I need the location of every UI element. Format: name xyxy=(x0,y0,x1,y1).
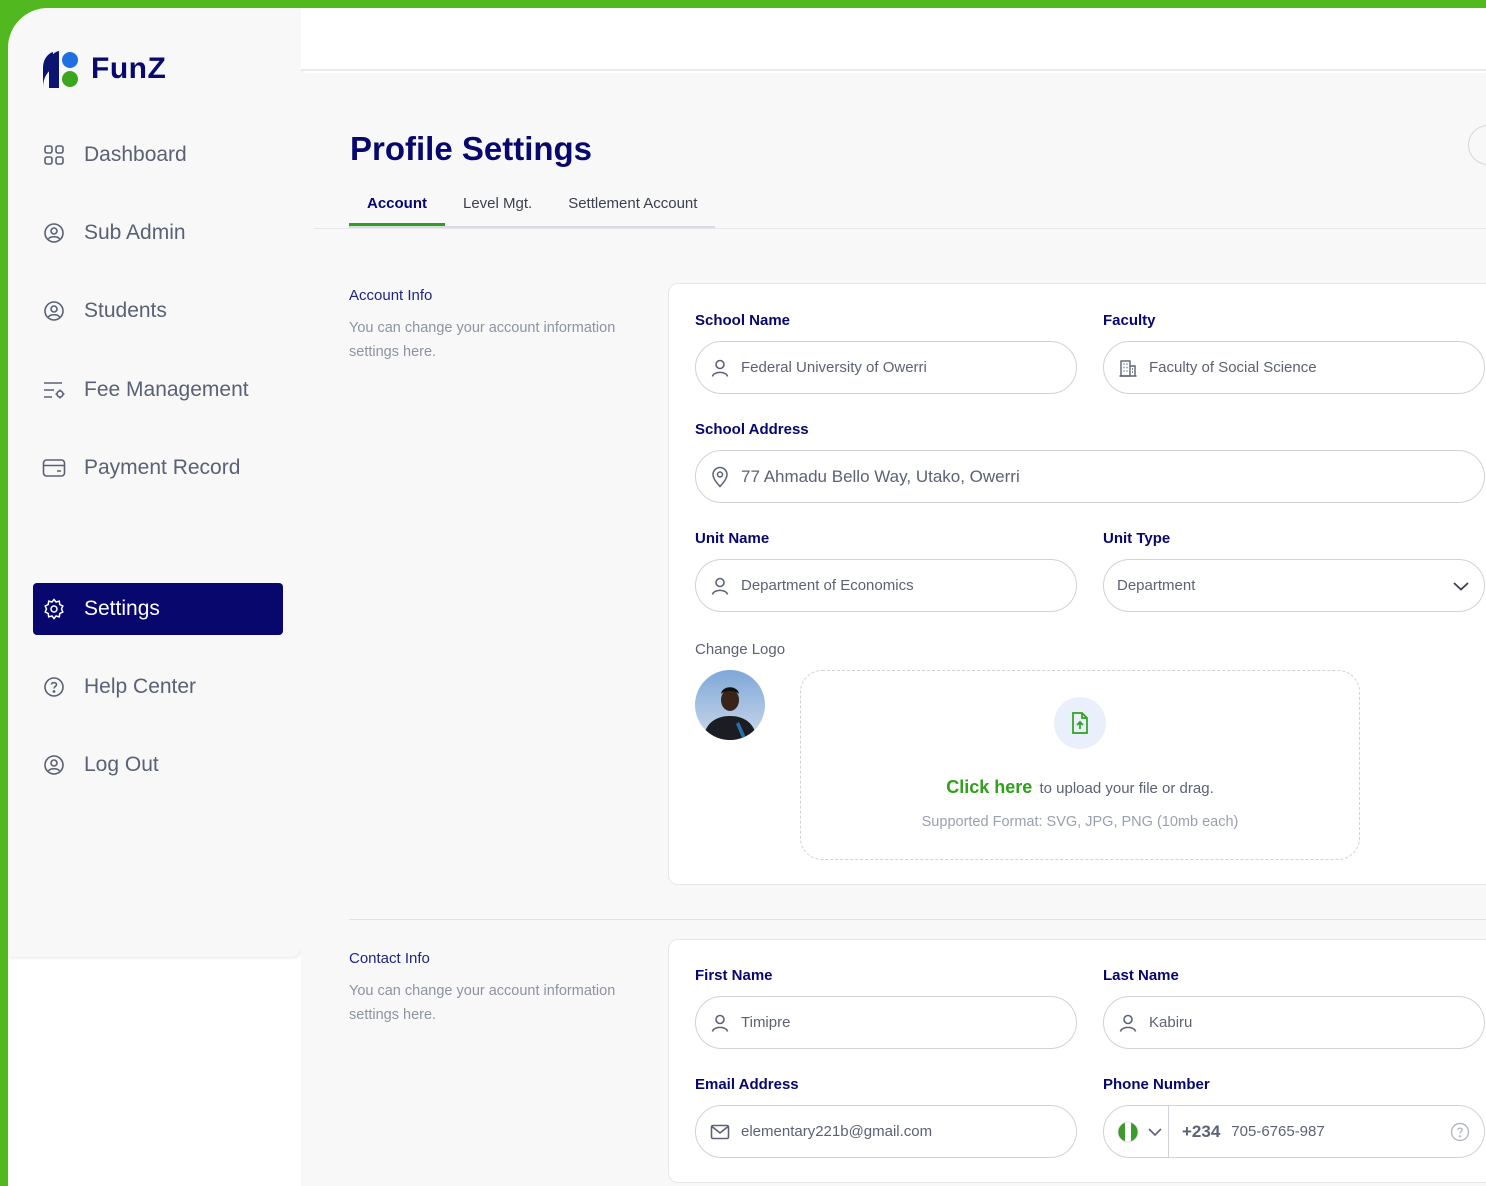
logo[interactable]: FunZ xyxy=(41,48,166,90)
app-frame: FunZ Dashboard Sub Admin Students Fee Ma… xyxy=(8,8,1486,1186)
field-label: Last Name xyxy=(1103,967,1179,984)
field-label: Unit Type xyxy=(1103,530,1171,547)
building-icon xyxy=(1117,357,1139,379)
help-icon xyxy=(42,675,66,699)
tab-settlement-account[interactable]: Settlement Account xyxy=(550,191,715,226)
field-label: First Name xyxy=(695,967,773,984)
user-circle-icon xyxy=(42,299,66,323)
section-title: Contact Info xyxy=(349,950,430,967)
section-divider xyxy=(349,919,1486,920)
sidebar-item-label: Help Center xyxy=(84,675,197,698)
user-icon xyxy=(709,1012,731,1034)
location-pin-icon xyxy=(709,466,731,488)
sidebar-item-log-out[interactable]: Log Out xyxy=(33,739,283,791)
mail-icon xyxy=(709,1121,731,1143)
contact-info-card: First Name Timipre Last Name Kabiru Emai… xyxy=(668,939,1486,1183)
card-icon xyxy=(42,456,66,480)
user-icon xyxy=(709,575,731,597)
user-circle-icon xyxy=(42,753,66,777)
grid-icon xyxy=(42,143,66,167)
section-title: Account Info xyxy=(349,287,433,304)
upload-click-link[interactable]: Click here xyxy=(946,777,1032,797)
user-circle-icon xyxy=(42,221,66,245)
list-settings-icon xyxy=(42,378,66,402)
tab-bar: Account Level Mgt. Settlement Account xyxy=(349,191,716,228)
sidebar-item-settings[interactable]: Settings xyxy=(33,583,283,635)
user-icon xyxy=(709,357,731,379)
school-address-input[interactable]: 77 Ahmadu Bello Way, Utako, Owerri xyxy=(695,450,1485,503)
help-icon[interactable] xyxy=(1450,1122,1470,1142)
chevron-down-icon[interactable] xyxy=(1147,1127,1163,1137)
funz-logo-icon xyxy=(41,48,81,90)
divider xyxy=(1168,1106,1169,1157)
field-label: Faculty xyxy=(1103,312,1156,329)
upload-formats: Supported Format: SVG, JPG, PNG (10mb ea… xyxy=(921,814,1239,830)
field-label: School Address xyxy=(695,421,809,438)
page-title: Profile Settings xyxy=(350,130,593,167)
sidebar-item-label: Settings xyxy=(84,597,160,620)
tab-account[interactable]: Account xyxy=(349,191,445,226)
email-field[interactable]: elementary221b@gmail.com xyxy=(695,1105,1077,1158)
sidebar-item-students[interactable]: Students xyxy=(33,285,283,337)
file-upload-icon xyxy=(1054,697,1106,749)
school-name-input[interactable]: Federal University of Owerri xyxy=(695,341,1077,394)
first-name-input[interactable]: Timipre xyxy=(695,996,1077,1049)
sidebar-item-help-center[interactable]: Help Center xyxy=(33,661,283,713)
sidebar-item-label: Sub Admin xyxy=(84,221,186,244)
chevron-down-icon xyxy=(1452,580,1470,592)
sidebar-item-payment-record[interactable]: Payment Record xyxy=(33,442,283,494)
unit-type-select[interactable]: Department xyxy=(1103,559,1485,612)
phone-number-field[interactable]: +234 705-6765-987 xyxy=(1103,1105,1485,1158)
sidebar-item-label: Students xyxy=(84,299,167,322)
sidebar-item-label: Dashboard xyxy=(84,143,187,166)
field-label: School Name xyxy=(695,312,791,329)
sidebar-item-label: Fee Management xyxy=(84,378,249,401)
help-circle-icon[interactable] xyxy=(1468,125,1486,165)
gear-icon xyxy=(42,597,66,621)
sidebar: FunZ Dashboard Sub Admin Students Fee Ma… xyxy=(8,8,301,957)
app-name: FunZ xyxy=(91,52,167,85)
user-icon xyxy=(1117,1012,1139,1034)
unit-name-input[interactable]: Department of Economics xyxy=(695,559,1077,612)
field-label: Unit Name xyxy=(695,530,770,547)
section-description: You can change your account information … xyxy=(349,320,616,360)
sidebar-item-label: Log Out xyxy=(84,753,159,776)
field-label: Email Address xyxy=(695,1076,799,1093)
change-logo-label: Change Logo xyxy=(695,641,786,658)
sidebar-item-sub-admin[interactable]: Sub Admin xyxy=(33,207,283,259)
phone-number-value: 705-6765-987 xyxy=(1231,1123,1325,1140)
top-bar xyxy=(301,8,1486,71)
field-label: Phone Number xyxy=(1103,1076,1210,1093)
upload-instruction: Click here to upload your file or drag. xyxy=(946,777,1214,797)
account-info-card: School Name Federal University of Owerri… xyxy=(668,283,1486,885)
sidebar-item-label: Payment Record xyxy=(84,456,241,479)
last-name-input[interactable]: Kabiru xyxy=(1103,996,1485,1049)
main-content: Profile Settings Account Level Mgt. Sett… xyxy=(301,73,1486,1186)
faculty-input[interactable]: Faculty of Social Science xyxy=(1103,341,1485,394)
logo-upload-dropzone[interactable]: Click here to upload your file or drag. … xyxy=(800,670,1360,860)
sidebar-item-fee-management[interactable]: Fee Management xyxy=(33,364,283,416)
tab-level-mgt[interactable]: Level Mgt. xyxy=(445,191,550,226)
sidebar-item-dashboard[interactable]: Dashboard xyxy=(33,129,283,181)
divider xyxy=(314,228,1486,229)
nigeria-flag-icon[interactable] xyxy=(1117,1121,1139,1143)
country-code: +234 xyxy=(1182,1121,1221,1141)
avatar[interactable] xyxy=(695,670,765,740)
section-description: You can change your account information … xyxy=(349,983,616,1023)
